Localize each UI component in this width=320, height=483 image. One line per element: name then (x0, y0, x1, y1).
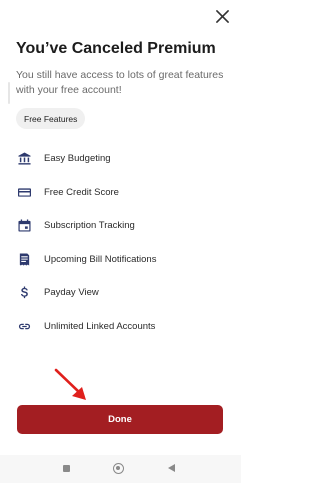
close-button[interactable] (211, 5, 233, 27)
dialog-subtitle: You still have access to lots of great f… (16, 69, 224, 96)
dialog-title: You’ve Canceled Premium (16, 40, 216, 57)
scroll-indicator (8, 82, 10, 104)
done-button[interactable]: Done (17, 405, 223, 434)
feature-item-payday-view: Payday View (0, 276, 241, 310)
feature-label: Free Credit Score (44, 186, 119, 198)
calendar-icon (17, 219, 31, 233)
feature-item-subscription-tracking: Subscription Tracking (0, 209, 241, 243)
feature-label: Easy Budgeting (44, 153, 111, 165)
feature-item-free-credit-score: Free Credit Score (0, 176, 241, 210)
back-icon[interactable] (168, 464, 175, 472)
recent-apps-icon[interactable] (63, 465, 70, 472)
credit-card-icon (17, 185, 31, 199)
link-icon (17, 319, 31, 333)
annotation-arrow-icon (54, 368, 86, 400)
bank-icon (17, 152, 31, 166)
dollar-icon (17, 286, 31, 300)
feature-item-easy-budgeting: Easy Budgeting (0, 142, 241, 176)
bill-icon (17, 252, 31, 266)
feature-label: Payday View (44, 287, 99, 299)
feature-label: Upcoming Bill Notifications (44, 253, 157, 265)
home-icon[interactable] (113, 463, 124, 474)
system-nav-bar (0, 455, 241, 483)
feature-item-unlimited-linked-accounts: Unlimited Linked Accounts (0, 310, 241, 344)
free-features-chip: Free Features (16, 108, 86, 129)
feature-item-upcoming-bill-notifications: Upcoming Bill Notifications (0, 243, 241, 277)
feature-label: Unlimited Linked Accounts (44, 320, 156, 332)
feature-list: Easy Budgeting Free Credit Score Subscri… (0, 142, 241, 343)
close-icon (215, 9, 229, 23)
feature-label: Subscription Tracking (44, 220, 135, 232)
